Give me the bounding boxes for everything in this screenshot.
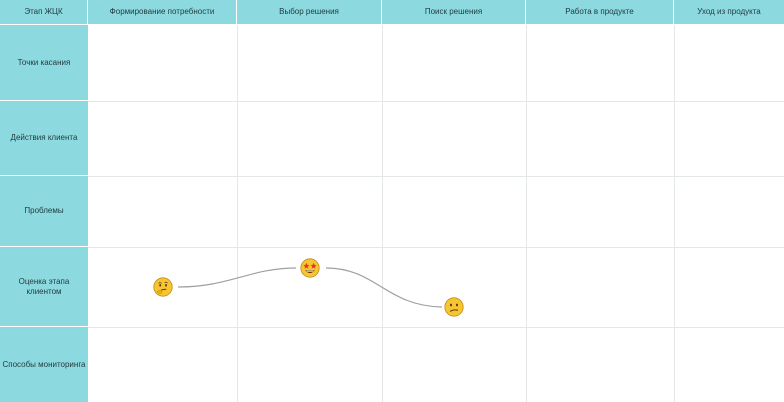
emotion-curve-line: [325, 267, 443, 308]
star-struck-face-icon[interactable]: [300, 258, 320, 278]
emotion-curve: [177, 267, 443, 308]
thinking-face-icon[interactable]: [153, 277, 173, 297]
emotion-curve-line: [177, 267, 297, 288]
confused-face-icon[interactable]: [444, 297, 464, 317]
customer-journey-map: Этап ЖЦК Формирование потребности Выбор …: [0, 0, 784, 402]
